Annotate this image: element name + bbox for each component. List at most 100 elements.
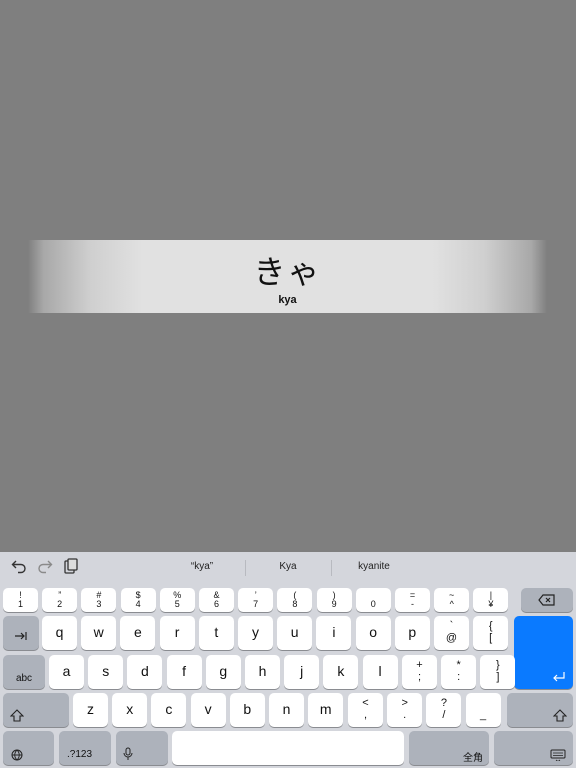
key-j[interactable]: j (284, 655, 320, 689)
key-sym-z-1[interactable]: >. (387, 693, 423, 727)
abc-key[interactable]: abc (3, 655, 45, 689)
key-main-char: , (363, 709, 368, 721)
key-label: w (93, 624, 104, 640)
key-sym-z-2[interactable]: ? / (426, 693, 462, 727)
key-num-4[interactable]: % 5 (159, 588, 195, 612)
key-num-8[interactable]: ) 9 (316, 588, 352, 612)
key-label: n (282, 701, 291, 717)
dismiss-keyboard-key[interactable] (494, 731, 573, 765)
key-w[interactable]: w (81, 616, 117, 650)
key-num-3[interactable]: $4 (120, 588, 156, 612)
key-num-1[interactable]: ” 2 (42, 588, 78, 612)
key-num-5[interactable]: & 6 (199, 588, 234, 612)
key-num-11[interactable]: ~ ^ (434, 588, 470, 612)
key-k[interactable]: k (323, 655, 359, 689)
key-main-char: 3 (96, 599, 102, 609)
key-a[interactable]: a (49, 655, 84, 689)
suggestion-2[interactable]: Kya (246, 561, 330, 572)
key-g[interactable]: g (205, 655, 241, 689)
key-s[interactable]: s (88, 655, 124, 689)
key-shift-char: > (401, 697, 408, 709)
redo-icon[interactable] (36, 558, 54, 576)
key-u[interactable]: u (277, 616, 313, 650)
key-sym-a-2[interactable]: }] (480, 655, 516, 689)
key-i[interactable]: i (316, 616, 352, 650)
clipboard-icon[interactable] (62, 558, 80, 576)
key-label: b (243, 701, 252, 717)
key-t[interactable]: t (198, 616, 234, 650)
key-y[interactable]: y (238, 616, 273, 650)
numbers-label: .?123 (67, 749, 93, 760)
key-label: k (337, 663, 345, 679)
key-shift-char: ? (440, 697, 447, 709)
key-sym-a-0[interactable]: +; (402, 655, 437, 689)
numbers-key[interactable]: .?123 (59, 731, 111, 765)
key-num-9[interactable]: 0 (355, 588, 391, 612)
key-shift-char: + (416, 659, 423, 671)
key-sym-a-1[interactable]: *: (441, 655, 477, 689)
key-label: a (62, 663, 71, 679)
key-shift-char: ` (449, 620, 454, 632)
key-main-char: - (411, 599, 414, 609)
keyboard: “kya” Kya kyanite abc .?123 全角 ! 1 ” 2 #… (0, 552, 576, 768)
key-r[interactable]: r (159, 616, 195, 650)
globe-key[interactable] (3, 731, 54, 765)
key-label: o (369, 624, 377, 640)
key-p[interactable]: p (394, 616, 430, 650)
key-main-char: ^ (449, 599, 454, 609)
dictation-key[interactable] (116, 731, 168, 765)
key-q[interactable]: q (42, 616, 77, 650)
key-label: u (290, 624, 299, 640)
flashcard[interactable]: きゃ kya (28, 240, 547, 313)
key-shift-char: { (488, 620, 493, 632)
key-main-char: 6 (213, 599, 219, 609)
shift-key-right[interactable] (507, 693, 573, 727)
key-main-char: _ (480, 709, 487, 721)
key-sym-z-0[interactable]: <, (348, 693, 383, 727)
key-main-char: 1 (17, 599, 23, 609)
key-main-char: 8 (292, 599, 298, 609)
key-main-char: : (457, 671, 461, 683)
suggestion-3[interactable]: kyanite (332, 561, 416, 572)
key-n[interactable]: n (269, 693, 304, 727)
key-shift-char: < (362, 697, 369, 709)
key-h[interactable]: h (245, 655, 280, 689)
tab-key[interactable] (3, 616, 39, 650)
romaji-text: kya (278, 294, 297, 306)
space-key[interactable] (172, 731, 404, 765)
key-sym-z-3[interactable]: _ (465, 693, 501, 727)
key-num-6[interactable]: ’ 7 (238, 588, 274, 612)
key-label: m (319, 701, 332, 717)
key-main-char: ; (417, 671, 422, 683)
key-b[interactable]: b (229, 693, 265, 727)
return-key[interactable] (514, 616, 573, 689)
key-main-char: 2 (57, 599, 63, 609)
key-label: c (165, 701, 173, 717)
key-d[interactable]: d (127, 655, 163, 689)
delete-key[interactable] (521, 588, 573, 612)
key-num-7[interactable]: (8 (277, 588, 313, 612)
key-main-char: 5 (174, 599, 180, 609)
key-num-2[interactable]: #3 (81, 588, 117, 612)
key-e[interactable]: e (120, 616, 156, 650)
key-z[interactable]: z (73, 693, 108, 727)
key-c[interactable]: c (151, 693, 187, 727)
key-label: y (252, 624, 259, 640)
suggestion-1[interactable]: “kya” (160, 561, 244, 572)
key-o[interactable]: o (355, 616, 391, 650)
key-f[interactable]: f (166, 655, 202, 689)
key-sym-q-1[interactable]: {[ (473, 616, 509, 650)
key-num-0[interactable]: ! 1 (3, 588, 38, 612)
zenkaku-key[interactable]: 全角 (409, 731, 489, 765)
undo-icon[interactable] (10, 558, 28, 576)
key-num-12[interactable]: | ¥ (473, 588, 509, 612)
key-label: h (258, 663, 267, 679)
key-sym-q-0[interactable]: ` @ (434, 616, 469, 650)
key-l[interactable]: l (362, 655, 398, 689)
key-x[interactable]: x (112, 693, 148, 727)
shift-key-left[interactable] (3, 693, 69, 727)
key-num-10[interactable]: = - (395, 588, 430, 612)
key-v[interactable]: v (190, 693, 226, 727)
key-main-char: ] (496, 671, 500, 683)
key-m[interactable]: m (308, 693, 344, 727)
